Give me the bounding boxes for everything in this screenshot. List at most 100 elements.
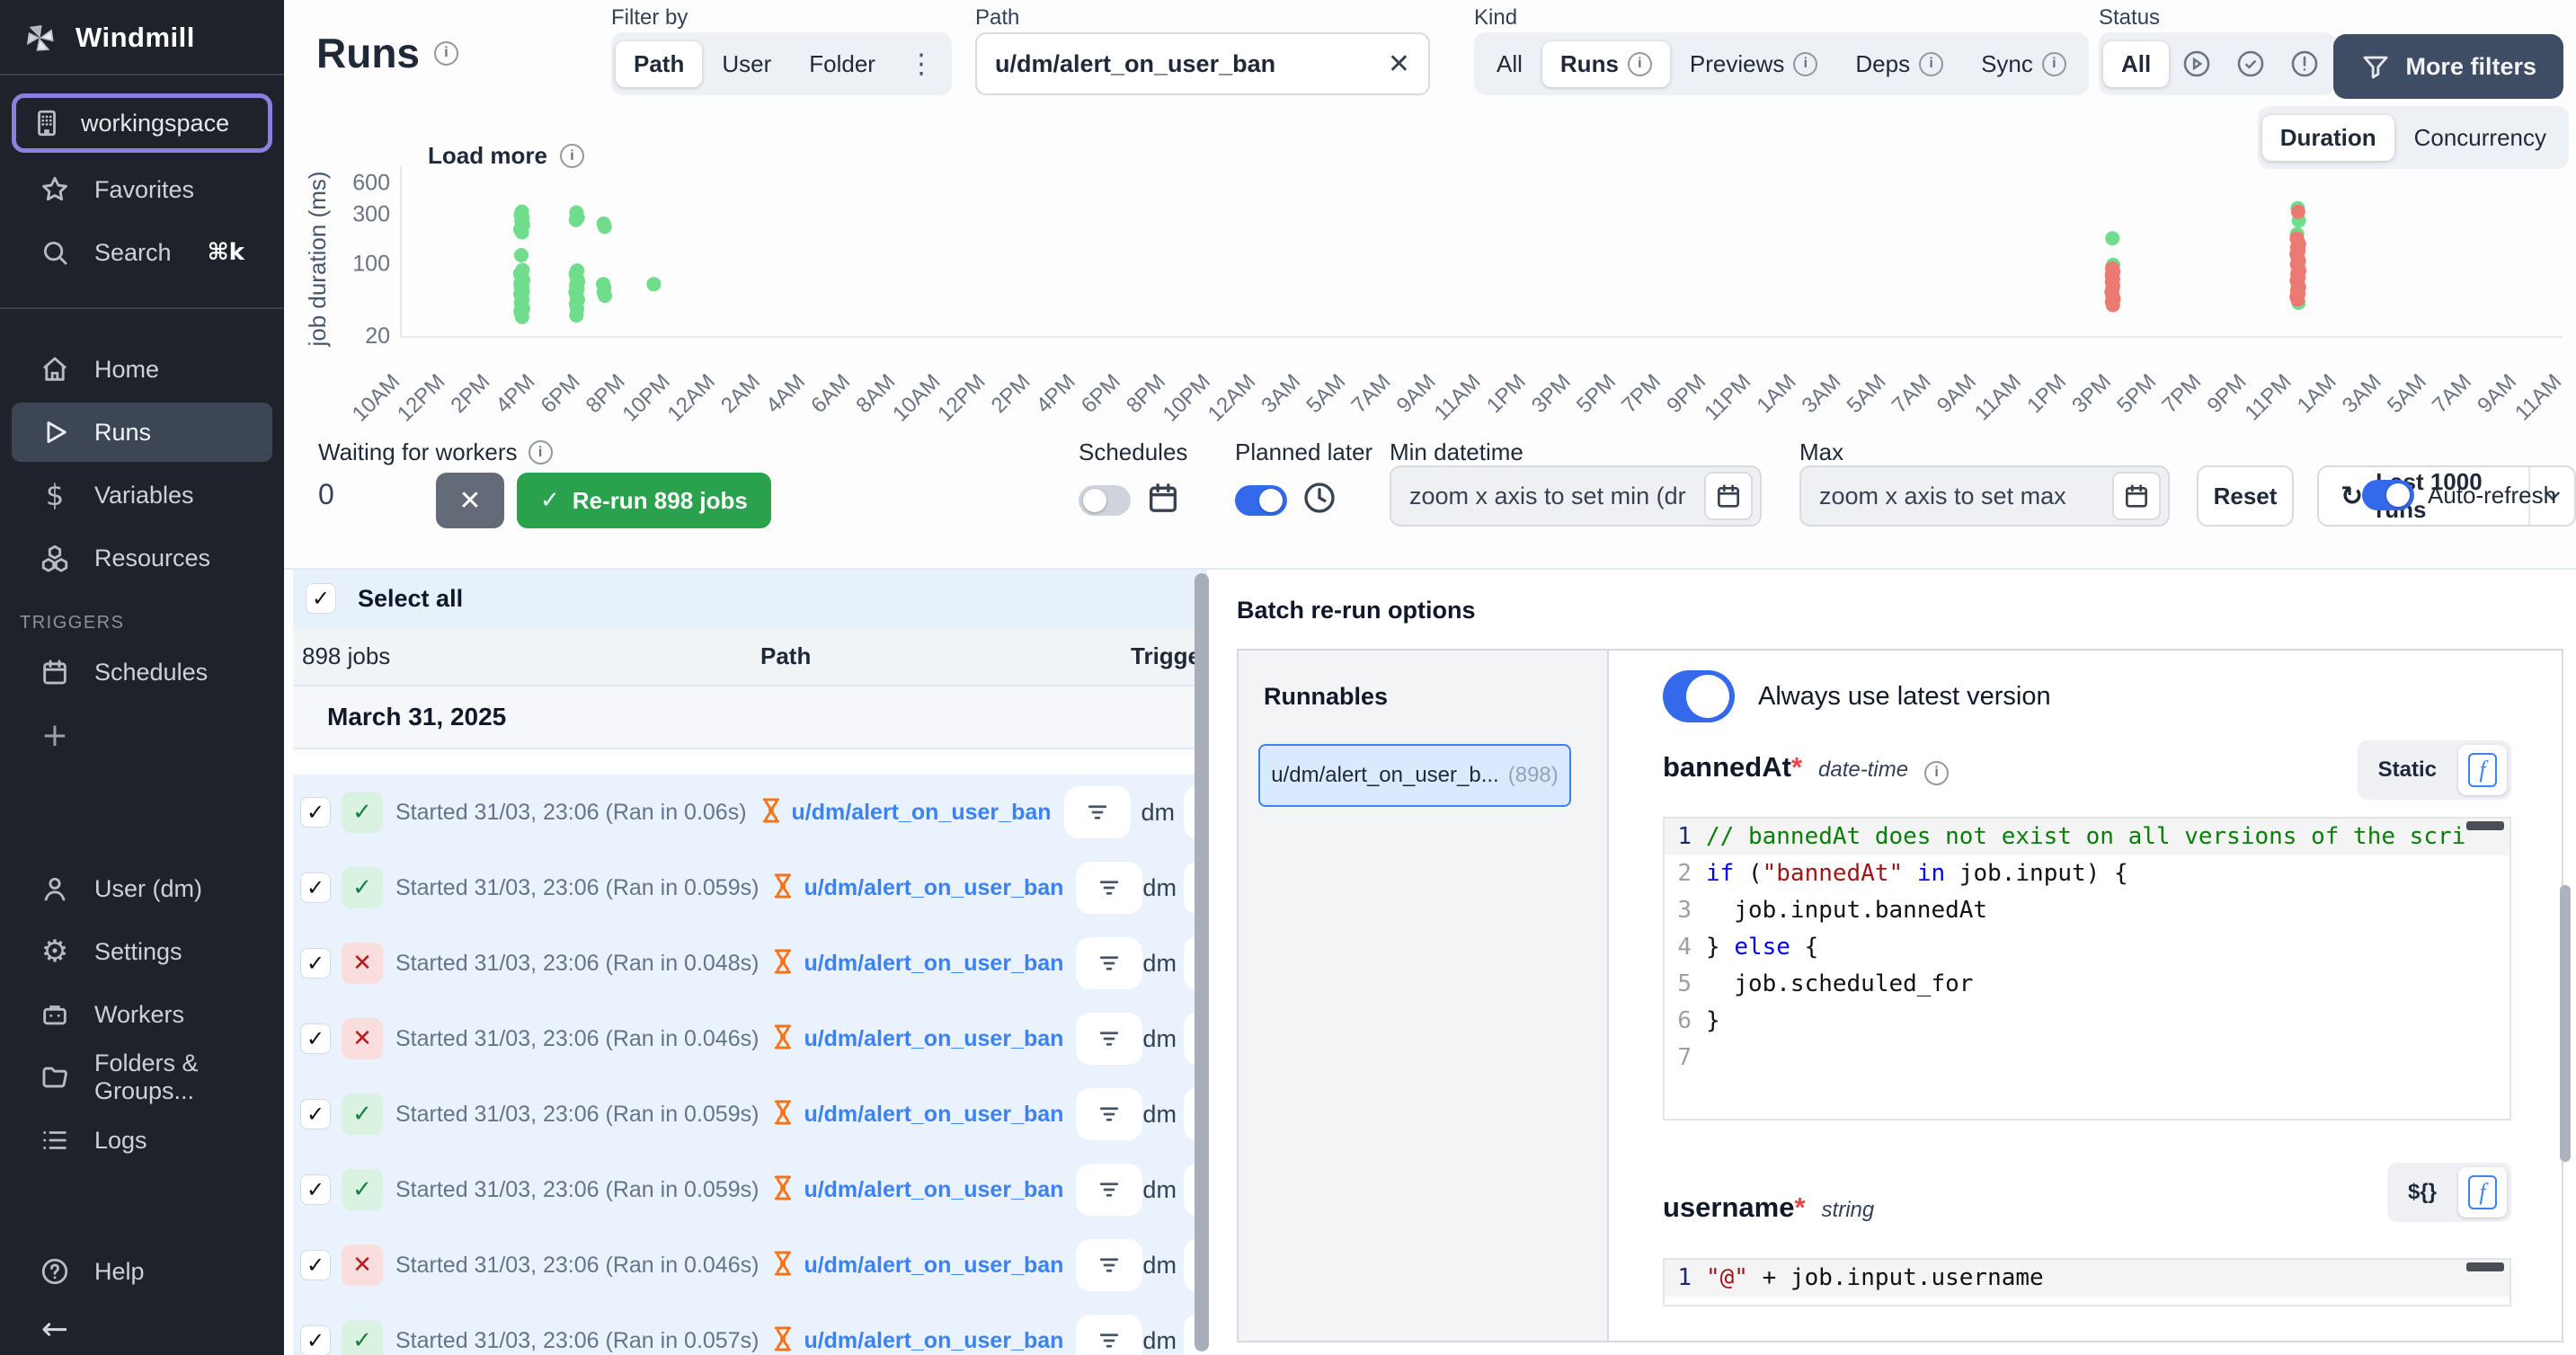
max-calendar-button[interactable] xyxy=(2112,472,2161,520)
filter-path-button[interactable] xyxy=(1076,1013,1142,1065)
collapse-sidebar-button[interactable]: ← xyxy=(12,1305,272,1353)
row-checkbox[interactable]: ✓ xyxy=(300,948,331,979)
schedules-toggle[interactable] xyxy=(1079,485,1131,516)
scatter-plot[interactable]: job duration (ms)6003001002010AM12PM2PM4… xyxy=(302,160,2576,461)
status-failure-icon[interactable] xyxy=(2278,40,2331,88)
sidebar-item-folders-groups[interactable]: Folders & Groups... xyxy=(12,1048,272,1107)
filter-by-user[interactable]: User xyxy=(704,41,789,87)
table-row[interactable]: ✓✓Started 31/03, 23:06 (Ran in 0.06s)u/d… xyxy=(293,775,1207,850)
table-row[interactable]: ✓✕Started 31/03, 23:06 (Ran in 0.046s)u/… xyxy=(293,1001,1207,1076)
table-scrollbar[interactable] xyxy=(1195,573,1209,1351)
sidebar-item-resources[interactable]: Resources xyxy=(12,528,272,588)
min-datetime-input[interactable]: zoom x axis to set min (dr xyxy=(1390,465,1762,527)
sidebar-item-workers[interactable]: Workers xyxy=(12,985,272,1044)
workspace-selector[interactable]: workingspace xyxy=(12,93,272,153)
rerun-jobs-button[interactable]: ✓ Re-run 898 jobs xyxy=(517,473,771,528)
filter-path-button[interactable] xyxy=(1076,1164,1142,1216)
sidebar-item-help[interactable]: Help xyxy=(12,1242,272,1301)
path-column-header[interactable]: Path xyxy=(760,642,811,670)
planned-later-toggle[interactable] xyxy=(1235,485,1287,516)
row-checkbox[interactable]: ✓ xyxy=(300,1023,331,1054)
view-concurrency[interactable]: Concurrency xyxy=(2396,115,2564,161)
sidebar-item-favorites[interactable]: Favorites xyxy=(12,160,272,219)
sidebar-item-label: Settings xyxy=(94,938,182,966)
add-trigger-button[interactable]: + xyxy=(12,705,272,765)
sidebar-item-runs[interactable]: Runs xyxy=(12,403,272,462)
table-row[interactable]: ✓✓Started 31/03, 23:06 (Ran in 0.057s)u/… xyxy=(293,1303,1207,1355)
filter-path-button[interactable] xyxy=(1064,786,1131,838)
cancel-selection-button[interactable]: ✕ xyxy=(436,473,504,528)
kind-runs[interactable]: Runsi xyxy=(1542,41,1670,87)
reset-button[interactable]: Reset xyxy=(2197,465,2294,527)
filter-by-folder[interactable]: Folder xyxy=(791,41,893,87)
sidebar-item-search[interactable]: Search ⌘k xyxy=(12,223,272,282)
view-duration[interactable]: Duration xyxy=(2262,115,2394,161)
app-logo[interactable]: Windmill xyxy=(0,0,284,74)
status-all[interactable]: All xyxy=(2103,41,2169,87)
status-running-icon[interactable] xyxy=(2171,40,2223,88)
clear-path-icon[interactable]: ✕ xyxy=(1388,49,1410,80)
editor-hscroll-thumb[interactable] xyxy=(2466,821,2504,830)
select-all-row[interactable]: ✓ Select all xyxy=(293,570,1207,627)
select-all-checkbox[interactable]: ✓ xyxy=(306,583,336,614)
editor-hscroll-thumb[interactable] xyxy=(2466,1262,2504,1271)
more-filters-button[interactable]: More filters xyxy=(2333,34,2563,99)
run-path-link[interactable]: u/dm/alert_on_user_ban xyxy=(792,800,1052,826)
sidebar-item-user[interactable]: User (dm) xyxy=(12,859,272,918)
sidebar-item-schedules[interactable]: Schedules xyxy=(12,642,272,702)
run-path-link[interactable]: u/dm/alert_on_user_ban xyxy=(804,951,1063,977)
sidebar-item-logs[interactable]: Logs xyxy=(12,1111,272,1170)
bannedAt-code-editor[interactable]: 1// bannedAt does not exist on all versi… xyxy=(1663,817,2511,1120)
run-trigger: dm xyxy=(1142,1252,1177,1280)
batch-rerun-panel: Batch re-run options Runnables u/dm/aler… xyxy=(1233,570,2576,1355)
row-checkbox[interactable]: ✓ xyxy=(300,1250,331,1280)
kind-all[interactable]: All xyxy=(1479,41,1541,87)
path-filter-input[interactable]: u/dm/alert_on_user_ban ✕ xyxy=(975,32,1430,95)
table-row[interactable]: ✓✕Started 31/03, 23:06 (Ran in 0.046s)u/… xyxy=(293,1227,1207,1303)
username-code-editor[interactable]: 1"@" + job.input.username xyxy=(1663,1258,2511,1306)
sidebar-item-home[interactable]: Home xyxy=(12,340,272,399)
function-icon: f xyxy=(2468,753,2497,787)
static-tab[interactable]: Static xyxy=(2362,757,2453,783)
sidebar-item-variables[interactable]: $ Variables xyxy=(12,465,272,525)
filter-path-button[interactable] xyxy=(1076,862,1142,914)
auto-refresh-toggle[interactable] xyxy=(2362,480,2414,510)
filter-path-button[interactable] xyxy=(1076,937,1142,989)
run-path-link[interactable]: u/dm/alert_on_user_ban xyxy=(804,1177,1063,1203)
table-row[interactable]: ✓✓Started 31/03, 23:06 (Ran in 0.059s)u/… xyxy=(293,1152,1207,1227)
kind-deps[interactable]: Depsi xyxy=(1837,41,1961,87)
kind-sync[interactable]: Synci xyxy=(1963,41,2084,87)
row-checkbox[interactable]: ✓ xyxy=(300,1325,331,1355)
table-row[interactable]: ✓✓Started 31/03, 23:06 (Ran in 0.059s)u/… xyxy=(293,850,1207,925)
runs-info-icon[interactable]: i xyxy=(434,41,458,66)
filter-path-button[interactable] xyxy=(1076,1239,1142,1291)
runnable-item[interactable]: u/dm/alert_on_user_b... (898) xyxy=(1258,744,1571,807)
javascript-tab[interactable]: f xyxy=(2458,745,2507,795)
run-started-text: Started 31/03, 23:06 (Ran in 0.059s) xyxy=(395,1177,759,1203)
row-checkbox[interactable]: ✓ xyxy=(300,1174,331,1205)
status-success-icon[interactable] xyxy=(2225,40,2277,88)
page-scrollbar[interactable] xyxy=(2560,885,2571,1162)
table-row[interactable]: ✓✓Started 31/03, 23:06 (Ran in 0.059s)u/… xyxy=(293,1076,1207,1152)
run-path-link[interactable]: u/dm/alert_on_user_ban xyxy=(804,1328,1063,1354)
table-row[interactable]: ✓✕Started 31/03, 23:06 (Ran in 0.048s)u/… xyxy=(293,925,1207,1001)
run-path-link[interactable]: u/dm/alert_on_user_ban xyxy=(804,1026,1063,1052)
filter-path-button[interactable] xyxy=(1076,1088,1142,1140)
run-path-link[interactable]: u/dm/alert_on_user_ban xyxy=(804,875,1063,901)
filter-by-path[interactable]: Path xyxy=(616,41,702,87)
min-calendar-button[interactable] xyxy=(1704,472,1753,520)
sidebar-item-settings[interactable]: ⚙ Settings xyxy=(12,922,272,981)
template-tab[interactable]: ${} xyxy=(2392,1180,2453,1205)
filter-path-button[interactable] xyxy=(1076,1315,1142,1355)
row-checkbox[interactable]: ✓ xyxy=(300,872,331,903)
filter-by-more-icon[interactable]: ⋮ xyxy=(895,40,947,89)
row-checkbox[interactable]: ✓ xyxy=(300,797,331,828)
run-path-link[interactable]: u/dm/alert_on_user_ban xyxy=(804,1102,1063,1128)
max-datetime-input[interactable]: zoom x axis to set max xyxy=(1799,465,2170,527)
javascript-tab[interactable]: f xyxy=(2458,1167,2507,1218)
kind-previews[interactable]: Previewsi xyxy=(1672,41,1835,87)
run-trigger: dm xyxy=(1142,1025,1177,1053)
latest-version-toggle[interactable] xyxy=(1663,670,1735,722)
row-checkbox[interactable]: ✓ xyxy=(300,1099,331,1129)
run-path-link[interactable]: u/dm/alert_on_user_ban xyxy=(804,1253,1063,1279)
